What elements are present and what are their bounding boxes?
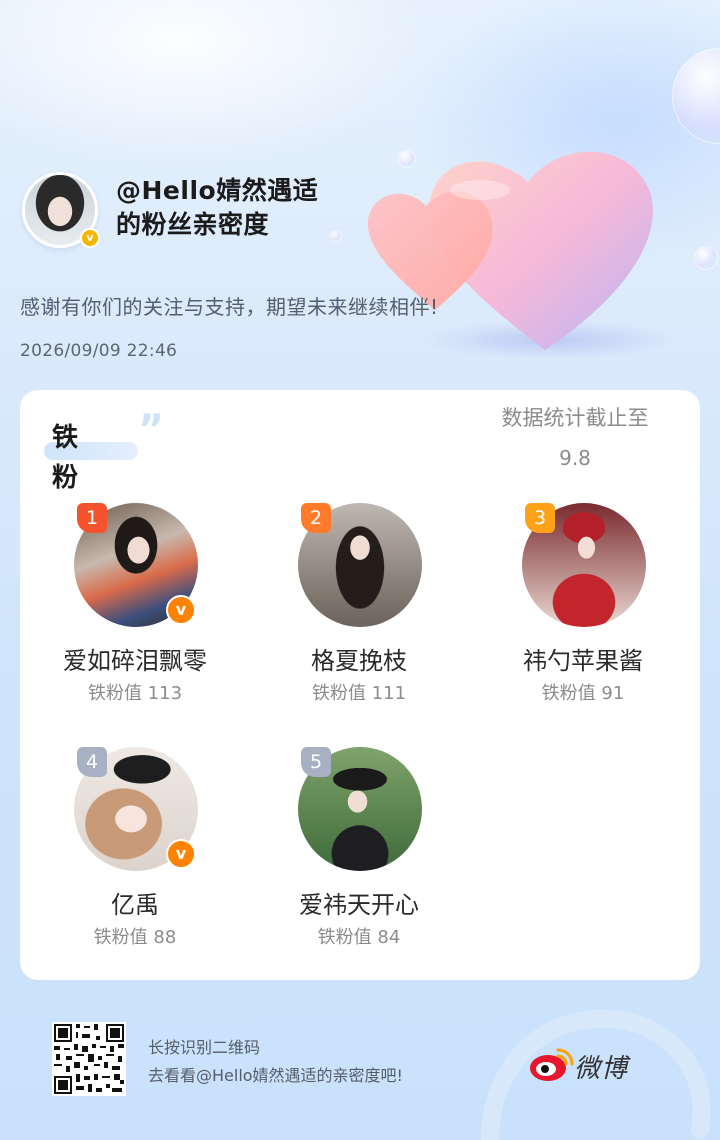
stat-cutoff-label: 数据统计截止至 (501, 406, 649, 430)
timestamp: 2026/09/09 22:46 (20, 341, 178, 361)
fan-name[interactable]: 爱祎天开心 (244, 885, 474, 920)
stat-cutoff-date: 9.8 (559, 446, 591, 470)
fan-item[interactable]: 5 爱祎天开心 铁粉值 84 (244, 747, 464, 957)
rank-badge: 1 (77, 503, 107, 533)
fan-item[interactable]: 3 祎勺苹果酱 铁粉值 91 (468, 503, 688, 713)
footer-instruction: 长按识别二维码 (148, 1038, 261, 1057)
bubble-decoration (330, 230, 342, 242)
qr-code-icon[interactable] (52, 1022, 126, 1096)
verified-badge-icon: v (166, 595, 196, 625)
brand-name: 微博 (574, 1054, 629, 1084)
intimacy-share-page: v @Hello婧然遇适 的粉丝亲密度 感谢有你们的关注与支持，期望未来继续相伴… (0, 0, 720, 1140)
fan-value: 铁粉值 113 (87, 683, 183, 704)
quote-mark-icon: ” (138, 407, 165, 453)
fan-value: 铁粉值 84 (317, 927, 401, 948)
fan-value: 铁粉值 111 (311, 683, 407, 704)
owner-title: @Hello婧然遇适 的粉丝亲密度 (116, 174, 318, 242)
hearts-icon (367, 151, 653, 350)
fan-name[interactable]: 格夏挽枝 (244, 641, 474, 676)
fan-name[interactable]: 祎勺苹果酱 (468, 641, 698, 676)
fan-item[interactable]: 2 格夏挽枝 铁粉值 111 (244, 503, 464, 713)
verified-badge-icon: v (80, 228, 100, 248)
rank-badge: 5 (301, 747, 331, 777)
rank-badge: 3 (525, 503, 555, 533)
iron-fans-card: 铁粉 ” 数据统计截止至 9.8 1 v 爱如碎泪飘零 铁粉值 113 2 格夏… (20, 390, 700, 980)
footer: 长按识别二维码 去看看@Hello婧然遇适的亲密度吧! 微博 (0, 990, 720, 1140)
fan-name[interactable]: 亿禹 (20, 885, 250, 920)
verified-badge-icon: v (166, 839, 196, 869)
rank-badge: 4 (77, 747, 107, 777)
bubble-decoration (694, 246, 718, 270)
owner-handle[interactable]: @Hello婧然遇适 (116, 174, 318, 208)
title-suffix: 的粉丝亲密度 (116, 210, 270, 239)
fan-name[interactable]: 爱如碎泪飘零 (20, 641, 250, 676)
fan-value: 铁粉值 91 (541, 683, 625, 704)
rank-badge: 2 (301, 503, 331, 533)
section-title: 铁粉 (52, 423, 79, 493)
footer-cta: 去看看@Hello婧然遇适的亲密度吧! (148, 1066, 403, 1085)
fan-item[interactable]: 4 v 亿禹 铁粉值 88 (20, 747, 240, 957)
fan-value: 铁粉值 88 (93, 927, 177, 948)
fan-item[interactable]: 1 v 爱如碎泪飘零 铁粉值 113 (20, 503, 240, 713)
thanks-message: 感谢有你们的关注与支持，期望未来继续相伴! (20, 295, 439, 319)
